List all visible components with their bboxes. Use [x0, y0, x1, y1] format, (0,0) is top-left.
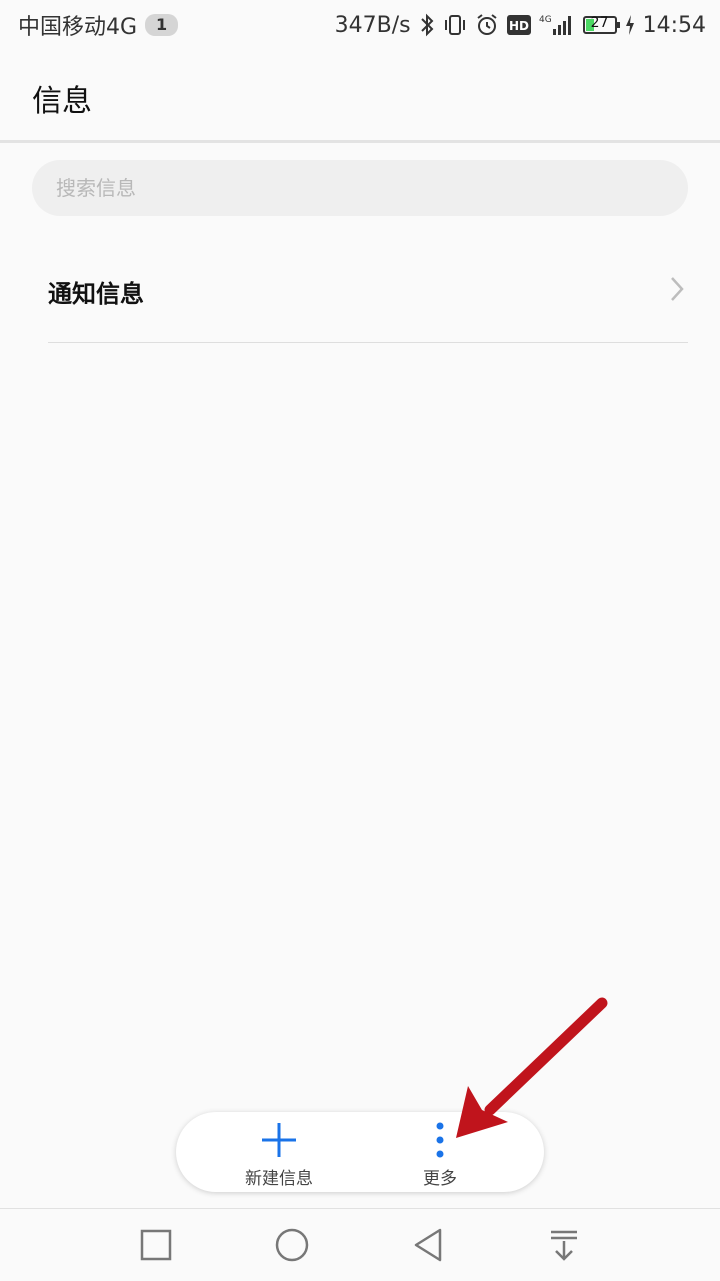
carrier-label: 中国移动4G	[18, 15, 138, 40]
recent-apps-icon[interactable]	[138, 1227, 174, 1263]
vibrate-icon	[443, 13, 467, 37]
status-bar: 中国移动4G 1 347B/s HD 4G 27 14:54	[0, 0, 720, 50]
net-speed: 347B/s	[334, 12, 411, 38]
back-icon[interactable]	[410, 1227, 446, 1263]
alarm-icon	[475, 13, 499, 37]
page-title: 信息	[32, 84, 92, 119]
chevron-right-icon	[670, 276, 684, 306]
new-message-label: 新建信息	[245, 1169, 313, 1189]
svg-text:HD: HD	[509, 19, 529, 33]
title-bar: 信息	[0, 50, 720, 143]
signal-icon: 4G	[539, 13, 575, 37]
battery-icon: 27	[582, 15, 620, 34]
charging-icon	[625, 14, 635, 36]
status-right: 347B/s HD 4G 27 14:54	[335, 10, 706, 40]
plus-icon	[259, 1120, 299, 1164]
hd-icon: HD	[506, 15, 531, 35]
list-item-label: 通知信息	[48, 280, 144, 308]
status-left: 中国移动4G 1	[18, 10, 179, 40]
search-input[interactable]	[32, 160, 688, 216]
system-nav-bar	[0, 1208, 720, 1281]
notification-badge: 1	[145, 14, 179, 36]
bluetooth-icon	[419, 13, 435, 37]
new-message-button[interactable]: 新建信息	[214, 1112, 344, 1192]
more-label: 更多	[423, 1169, 457, 1189]
home-icon[interactable]	[274, 1227, 310, 1263]
more-button[interactable]: 更多	[375, 1112, 505, 1192]
svg-text:4G: 4G	[539, 15, 552, 25]
battery-level: 27	[590, 15, 609, 31]
clock: 14:54	[642, 12, 706, 38]
list-item-notifications[interactable]: 通知信息	[48, 236, 688, 343]
bottom-action-bar: 新建信息 更多	[176, 1112, 544, 1192]
notification-shade-icon[interactable]	[546, 1227, 582, 1263]
more-vertical-icon	[434, 1120, 446, 1164]
